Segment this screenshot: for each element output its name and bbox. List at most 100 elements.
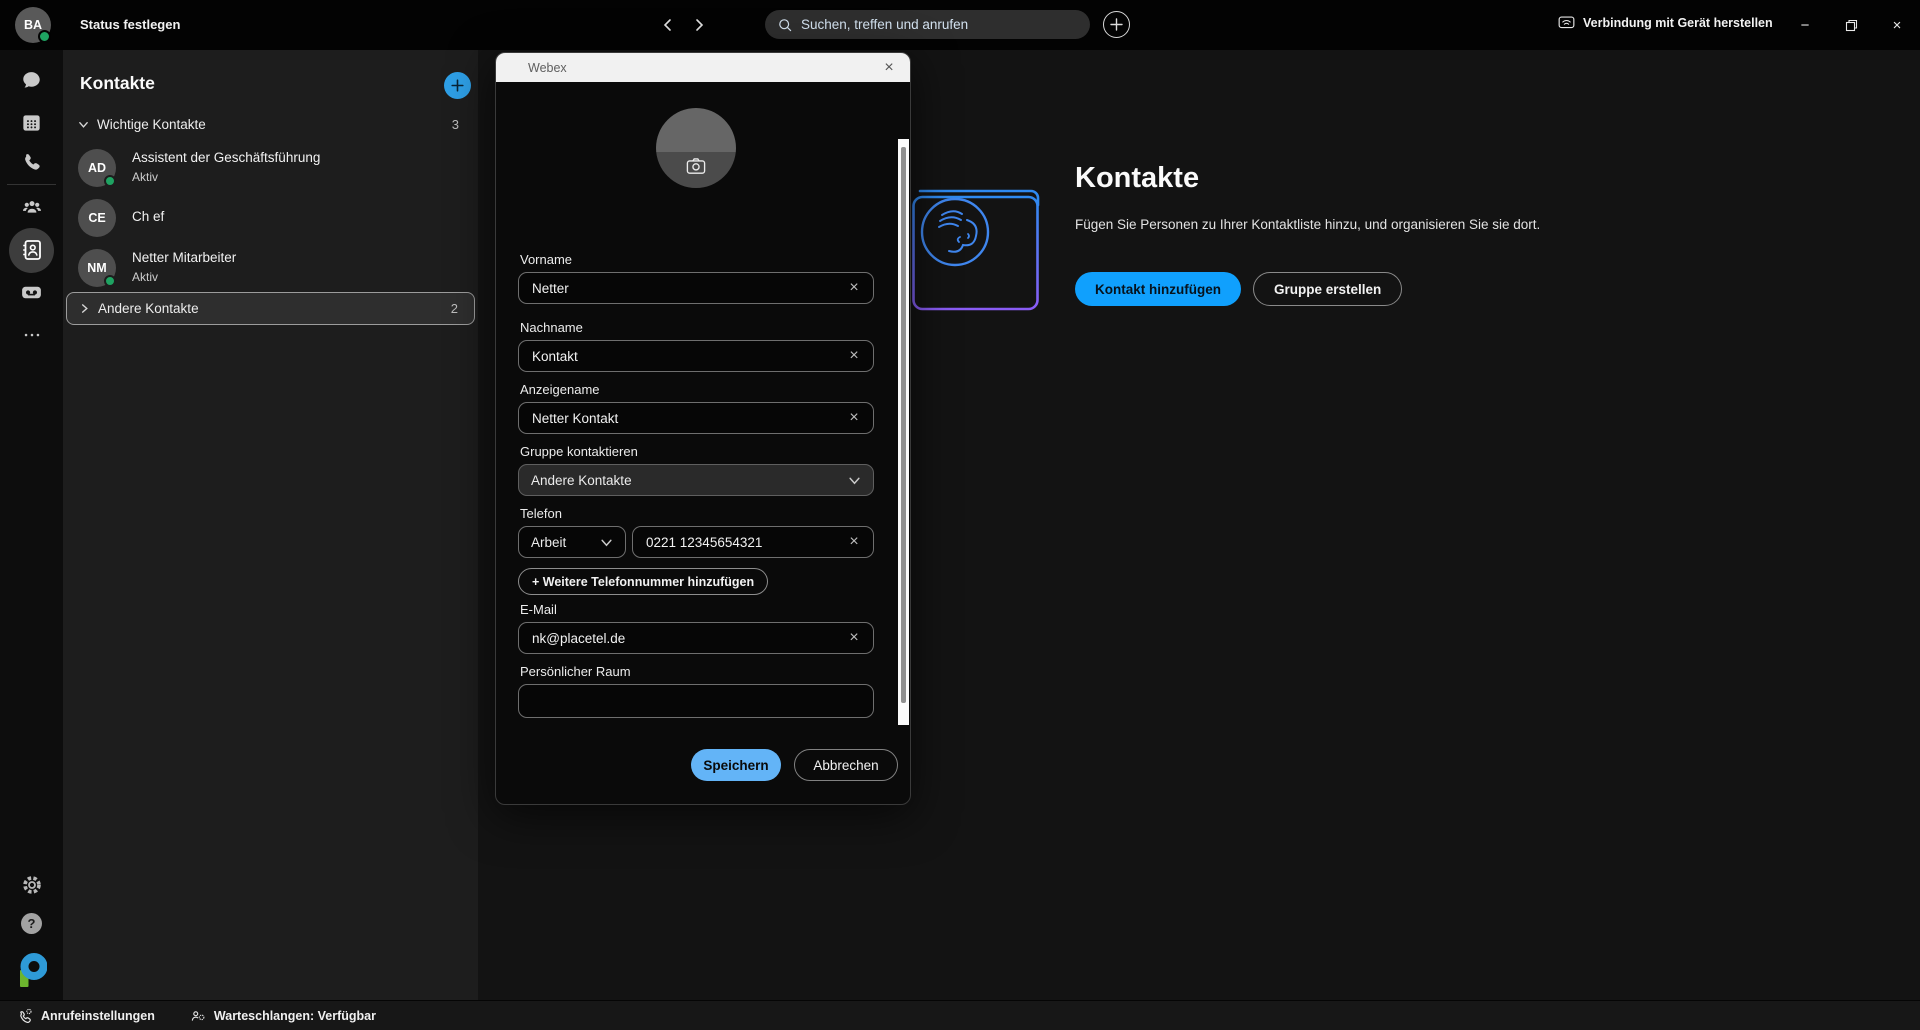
queues-icon xyxy=(189,1007,207,1025)
contact-row[interactable]: CE Ch ef xyxy=(66,194,475,242)
help-icon: ? xyxy=(21,913,42,934)
phone-type-value: Arbeit xyxy=(531,535,566,550)
contact-avatar: CE xyxy=(78,199,116,237)
chevron-left-icon xyxy=(661,18,675,32)
statusbar: Anrufeinstellungen Warteschlangen: Verfü… xyxy=(0,1000,1920,1030)
clear-icon[interactable]: × xyxy=(844,408,864,428)
add-contact-dialog: Webex × Vorname × Nachname × Anzeigename… xyxy=(495,52,911,805)
chevron-down-icon xyxy=(78,119,89,130)
call-settings-button[interactable]: Anrufeinstellungen xyxy=(16,1007,155,1025)
search-input[interactable]: Suchen, treffen und anrufen xyxy=(765,10,1090,39)
nav-voicemail[interactable] xyxy=(0,280,63,304)
chevron-right-icon xyxy=(79,303,90,314)
dialog-form-scroll-area[interactable]: Vorname × Nachname × Anzeigename × Grupp… xyxy=(496,82,910,727)
titlebar: BA Status festlegen Suchen, treffen und … xyxy=(0,0,1920,50)
group-wichtige-kontakte[interactable]: Wichtige Kontakte 3 xyxy=(66,109,475,139)
rail-divider xyxy=(7,184,56,185)
dialog-footer: Speichern Abbrechen xyxy=(496,727,910,806)
webex-app-window: BA Status festlegen Suchen, treffen und … xyxy=(0,0,1920,1030)
clear-icon[interactable]: × xyxy=(844,346,864,366)
avatar-upload[interactable] xyxy=(656,108,736,188)
group-count: 3 xyxy=(452,117,459,132)
dialog-titlebar[interactable]: Webex × xyxy=(496,53,910,82)
contacts-panel: Kontakte Wichtige Kontakte 3 AD Assisten… xyxy=(63,50,478,1000)
people-icon xyxy=(20,195,44,219)
dialog-close-button[interactable]: × xyxy=(878,57,900,79)
nav-more[interactable] xyxy=(0,323,63,347)
group-label: Andere Kontakte xyxy=(98,301,199,316)
minimize-button[interactable]: − xyxy=(1782,0,1828,50)
scrollbar-thumb[interactable] xyxy=(901,147,906,703)
connect-device-button[interactable]: Verbindung mit Gerät herstellen xyxy=(1557,14,1773,31)
phone-number-field[interactable] xyxy=(632,526,874,558)
cancel-button[interactable]: Abbrechen xyxy=(794,749,898,781)
contact-name: Ch ef xyxy=(132,209,164,224)
field-label: Persönlicher Raum xyxy=(520,664,631,679)
clear-icon[interactable]: × xyxy=(844,628,864,648)
address-book-icon xyxy=(20,238,44,262)
contact-card-illustration xyxy=(912,185,1042,313)
nav-meetings[interactable] xyxy=(0,110,63,134)
nav-teams[interactable] xyxy=(0,195,63,219)
create-group-button[interactable]: Gruppe erstellen xyxy=(1253,272,1402,306)
contacts-panel-title: Kontakte xyxy=(80,73,155,94)
last-name-field[interactable] xyxy=(518,340,874,372)
field-label: Anzeigename xyxy=(520,382,600,397)
phone-type-select[interactable]: Arbeit xyxy=(518,526,626,558)
group-andere-kontakte-selected[interactable]: Andere Kontakte 2 xyxy=(66,292,475,325)
placetel-logo xyxy=(0,952,63,988)
add-phone-number-button[interactable]: + Weitere Telefonnummer hinzufügen xyxy=(518,568,768,595)
nav-contacts-active[interactable] xyxy=(0,238,63,262)
phone-icon xyxy=(20,151,43,174)
ellipsis-icon xyxy=(21,324,43,346)
first-name-field[interactable] xyxy=(518,272,874,304)
contact-name: Netter Mitarbeiter xyxy=(132,250,236,265)
field-label: Gruppe kontaktieren xyxy=(520,444,638,459)
nav-help[interactable]: ? xyxy=(0,911,63,935)
gear-icon xyxy=(20,873,44,897)
group-count: 2 xyxy=(451,301,458,316)
set-status-button[interactable]: Status festlegen xyxy=(80,17,180,32)
dialog-scrollbar[interactable] xyxy=(898,139,909,725)
clear-icon[interactable]: × xyxy=(844,532,864,552)
nav-settings[interactable] xyxy=(0,873,63,897)
back-button[interactable] xyxy=(656,13,680,37)
contact-row[interactable]: NM Netter Mitarbeiter Aktiv xyxy=(66,244,475,292)
presence-dot xyxy=(104,175,116,187)
add-contact-plus-button[interactable] xyxy=(444,72,471,99)
presence-dot xyxy=(104,275,116,287)
chevron-down-icon xyxy=(848,474,861,487)
email-field[interactable] xyxy=(518,622,874,654)
clear-icon[interactable]: × xyxy=(844,278,864,298)
contact-status: Aktiv xyxy=(132,270,158,284)
close-window-button[interactable]: × xyxy=(1874,0,1920,50)
plus-icon xyxy=(451,79,464,92)
nav-calling[interactable] xyxy=(0,150,63,174)
presence-dot xyxy=(38,30,51,43)
navigation-rail: ? xyxy=(0,50,63,1000)
placetel-logo-icon xyxy=(17,952,47,988)
window-controls: − × xyxy=(1782,0,1920,50)
field-label: Nachname xyxy=(520,320,583,335)
maximize-button[interactable] xyxy=(1828,0,1874,50)
contact-row[interactable]: AD Assistent der Geschäftsführung Aktiv xyxy=(66,144,475,192)
group-label: Wichtige Kontakte xyxy=(97,117,206,132)
new-action-button[interactable] xyxy=(1103,11,1130,38)
plus-icon xyxy=(1110,18,1123,31)
display-name-field[interactable] xyxy=(518,402,874,434)
search-icon xyxy=(777,17,793,33)
save-button[interactable]: Speichern xyxy=(691,749,781,781)
forward-button[interactable] xyxy=(687,13,711,37)
empty-state-actions: Kontakt hinzufügen Gruppe erstellen xyxy=(1075,272,1402,306)
group-select[interactable]: Andere Kontakte xyxy=(518,464,874,496)
queues-status-button[interactable]: Warteschlangen: Verfügbar xyxy=(189,1007,376,1025)
contact-name: Assistent der Geschäftsführung xyxy=(132,150,320,165)
add-contact-button[interactable]: Kontakt hinzufügen xyxy=(1075,272,1241,306)
queues-label: Warteschlangen: Verfügbar xyxy=(214,1009,376,1023)
personal-room-field[interactable] xyxy=(518,684,874,718)
calendar-icon xyxy=(20,111,43,134)
field-label: Telefon xyxy=(520,506,562,521)
search-placeholder: Suchen, treffen und anrufen xyxy=(801,17,968,32)
nav-messaging[interactable] xyxy=(0,68,63,92)
voicemail-icon xyxy=(19,280,44,305)
